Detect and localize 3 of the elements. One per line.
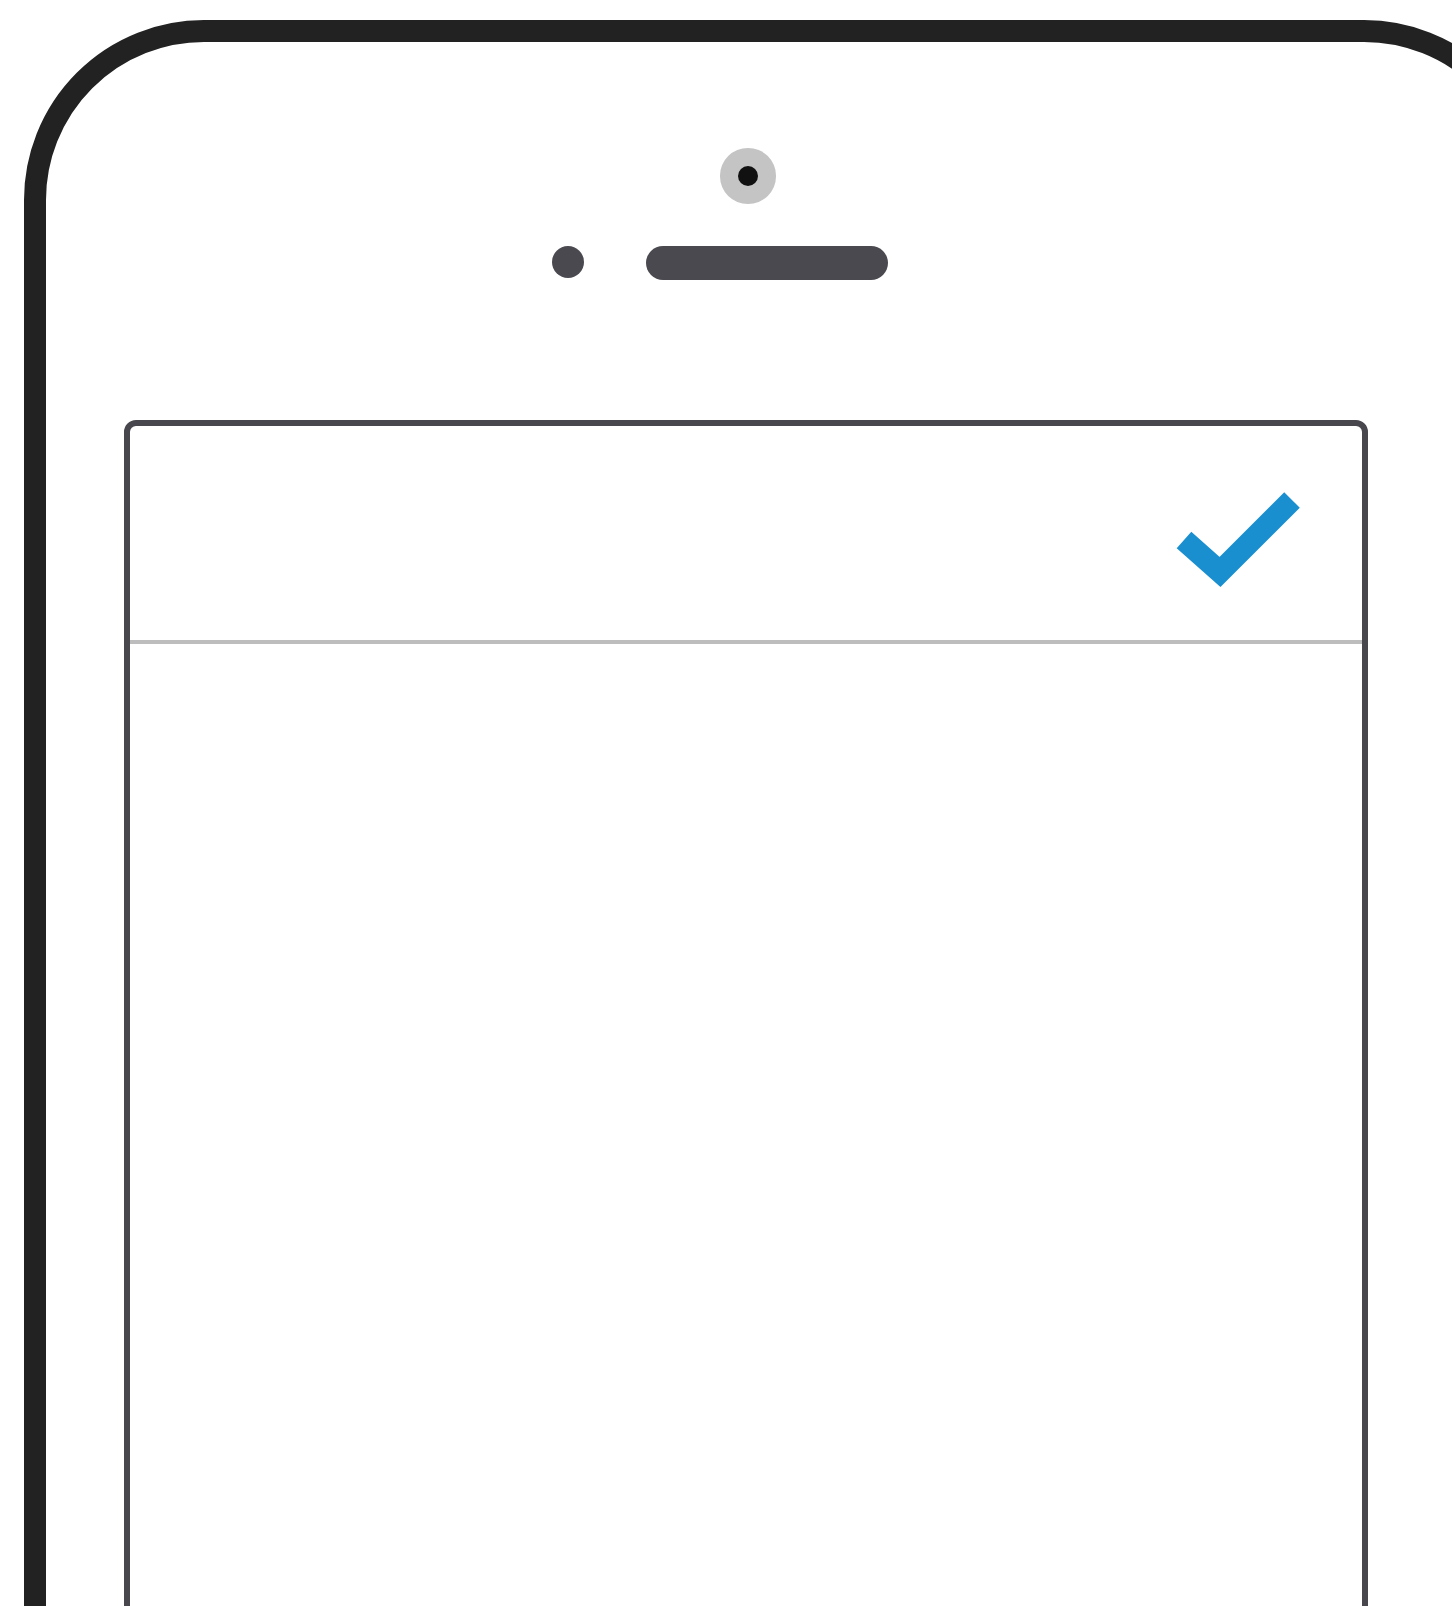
sensor-dot bbox=[552, 246, 584, 279]
check-icon[interactable] bbox=[1176, 487, 1300, 588]
camera-icon bbox=[720, 148, 776, 204]
